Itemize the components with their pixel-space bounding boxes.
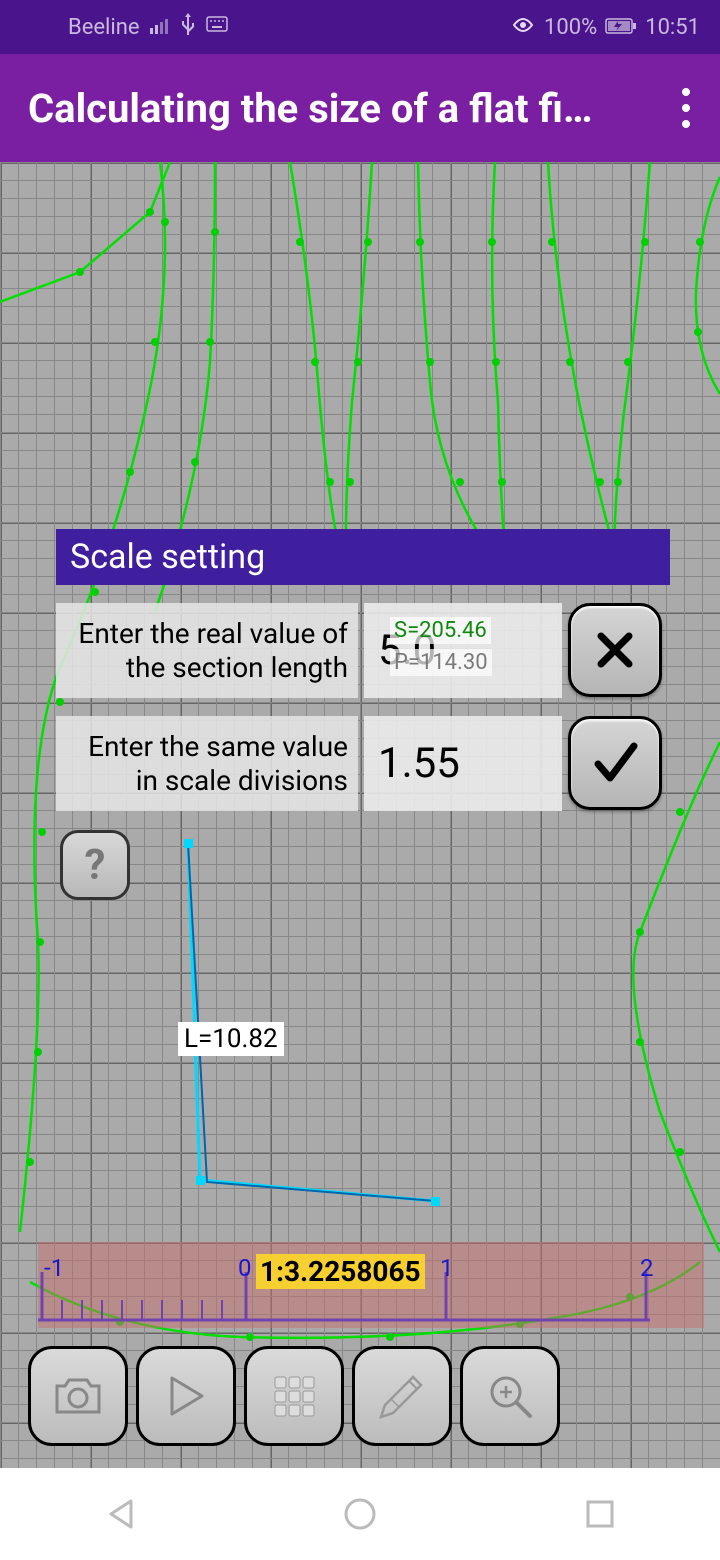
play-icon xyxy=(166,1374,206,1418)
nav-recent-button[interactable] xyxy=(580,1494,620,1534)
close-icon xyxy=(593,628,637,672)
length-label: L=10.82 xyxy=(178,1022,284,1056)
scale-ratio-label: 1:3.2258065 xyxy=(256,1254,425,1289)
battery-percent: 100% xyxy=(544,15,597,40)
ruler-tick-minus1: -1 xyxy=(44,1254,64,1282)
camera-icon xyxy=(51,1374,105,1418)
system-nav-bar xyxy=(0,1468,720,1560)
keyboard-icon xyxy=(206,15,228,40)
nav-home-button[interactable] xyxy=(340,1494,380,1534)
perimeter-overlay: P=114.30 xyxy=(390,649,492,676)
eye-icon xyxy=(510,15,536,40)
app-title: Calculating the size of a flat fi… xyxy=(28,85,664,132)
scale-divisions-input[interactable]: 1.55 xyxy=(364,716,562,811)
home-icon xyxy=(343,1497,377,1531)
clock-label: 10:51 xyxy=(645,15,700,40)
pencil-icon xyxy=(377,1371,427,1421)
panel-title: Scale setting xyxy=(56,529,670,585)
play-button[interactable] xyxy=(136,1346,236,1446)
check-icon xyxy=(590,738,640,788)
help-button[interactable]: ? xyxy=(60,830,130,900)
cancel-button[interactable] xyxy=(568,603,662,697)
drawing-canvas[interactable]: L=10.82 Scale setting Enter the real val… xyxy=(0,162,720,1468)
pencil-button[interactable] xyxy=(352,1346,452,1446)
usb-icon xyxy=(180,13,196,41)
back-icon xyxy=(105,1497,135,1531)
carrier-label: Beeline xyxy=(68,15,140,40)
zoom-icon xyxy=(486,1372,534,1420)
nav-back-button[interactable] xyxy=(100,1494,140,1534)
scale-divisions-text: 1.55 xyxy=(378,739,460,788)
area-overlay: S=205.46 xyxy=(390,617,491,644)
scale-divisions-label: Enter the same value in scale divisions xyxy=(56,716,358,811)
status-bar: Beeline 100% 10:51 xyxy=(0,0,720,54)
real-value-label: Enter the real value of the section leng… xyxy=(56,603,358,698)
bottom-toolbar xyxy=(28,1346,560,1446)
scale-setting-panel: Scale setting Enter the real value of th… xyxy=(56,529,670,811)
grid-icon xyxy=(271,1373,317,1419)
app-bar: Calculating the size of a flat fi… xyxy=(0,54,720,162)
real-value-input[interactable]: 5.0 S=205.46 P=114.30 xyxy=(364,603,562,698)
signal-icon xyxy=(150,15,170,40)
recent-icon xyxy=(585,1499,615,1529)
camera-button[interactable] xyxy=(28,1346,128,1446)
ruler-tick-2: 2 xyxy=(640,1254,654,1282)
zoom-button[interactable] xyxy=(460,1346,560,1446)
ruler-tick-0: 0 xyxy=(238,1254,252,1282)
ruler-tick-1: 1 xyxy=(440,1254,454,1282)
grid-button[interactable] xyxy=(244,1346,344,1446)
confirm-button[interactable] xyxy=(568,716,662,810)
overflow-menu-icon[interactable] xyxy=(682,88,692,128)
battery-icon xyxy=(605,15,637,40)
question-icon: ? xyxy=(85,841,106,890)
